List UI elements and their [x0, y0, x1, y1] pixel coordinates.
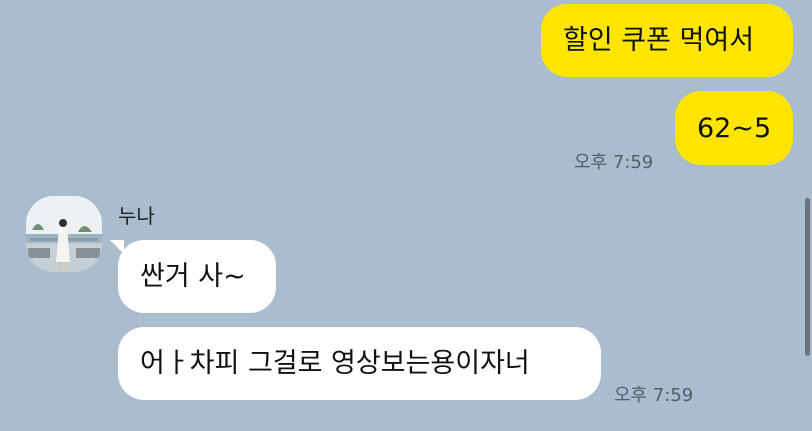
message-timestamp: 오후 7:59: [614, 385, 694, 406]
sender-avatar[interactable]: [26, 196, 102, 272]
profile-photo-icon: [26, 196, 102, 272]
incoming-message-bubble[interactable]: 어ㅏ차피 그걸로 영상보는용이자너: [118, 327, 601, 400]
outgoing-message-bubble[interactable]: 할인 쿠폰 먹여서: [541, 4, 793, 77]
scrollbar[interactable]: [805, 198, 810, 356]
message-text: 싼거 사~: [140, 261, 246, 292]
sender-name: 누나: [118, 204, 155, 228]
message-text: 62~5: [697, 112, 772, 144]
message-text: 할인 쿠폰 먹여서: [563, 25, 755, 56]
incoming-message-bubble[interactable]: 싼거 사~: [118, 240, 276, 313]
outgoing-message-bubble[interactable]: 62~5: [675, 91, 793, 165]
message-timestamp: 오후 7:59: [574, 152, 654, 173]
message-text: 어ㅏ차피 그걸로 영상보는용이자너: [140, 348, 530, 379]
chat-message-area: 할인 쿠폰 먹여서 오후 7:59 62~5 누나 싼거 사~ 어ㅏ차피 그걸로…: [0, 0, 812, 431]
